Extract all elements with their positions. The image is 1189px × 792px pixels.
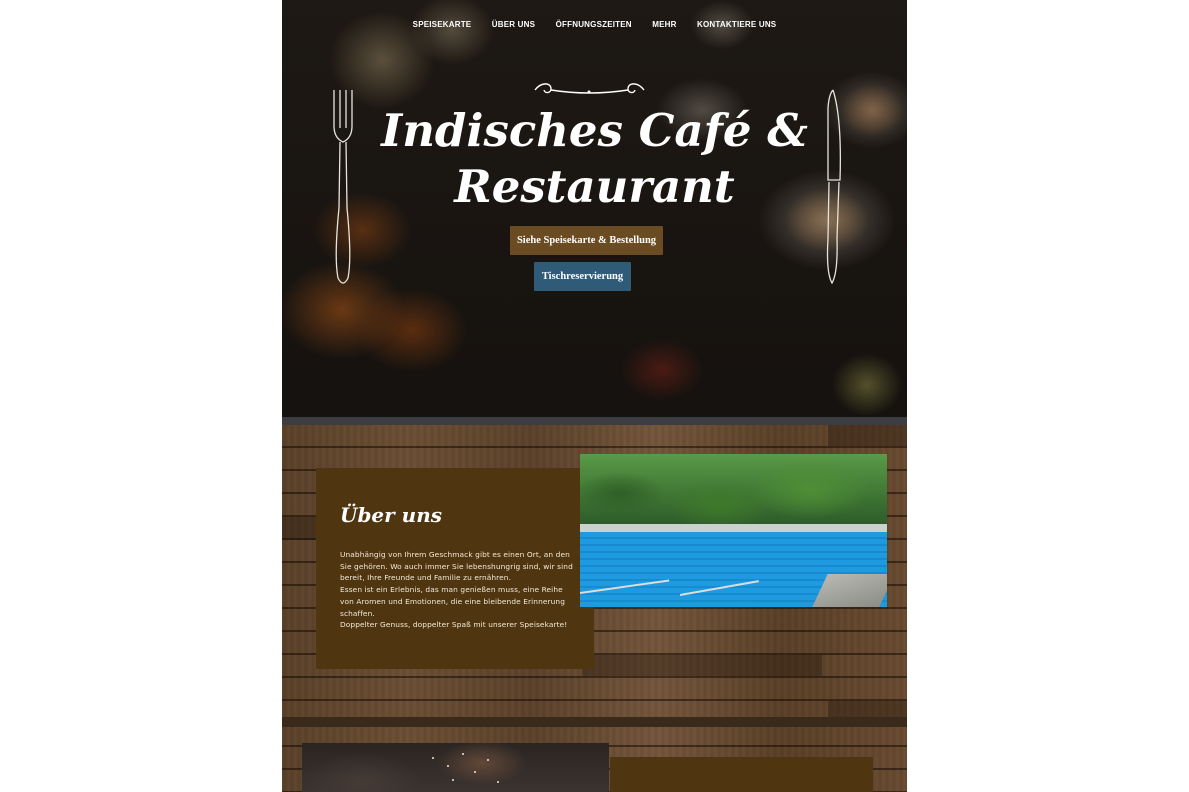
photo-pool-edge — [580, 524, 887, 532]
about-paragraph: Essen ist ein Erlebnis, das man genießen… — [340, 585, 565, 618]
table-reservation-button[interactable]: Tischreservierung — [534, 262, 631, 291]
sparkle — [462, 753, 464, 755]
wood-plank — [582, 655, 822, 676]
website-page: SPEISEKARTE ÜBER UNS ÖFFNUNGSZEITEN MEHR… — [282, 0, 907, 792]
sparkle — [432, 757, 434, 759]
nav-item-kontakt[interactable]: KONTAKTIERE UNS — [697, 20, 776, 29]
title-line-2: Restaurant — [454, 160, 735, 213]
pool-photo — [580, 454, 887, 607]
photo-trees — [580, 454, 887, 526]
wood-plank — [828, 425, 907, 446]
section-divider — [282, 717, 907, 727]
hero-section: SPEISEKARTE ÜBER UNS ÖFFNUNGSZEITEN MEHR… — [282, 0, 907, 417]
sparkle — [487, 759, 489, 761]
about-paragraph: Doppelter Genuss, doppelter Spaß mit uns… — [340, 620, 568, 630]
about-text: Unabhängig von Ihrem Geschmack gibt es e… — [340, 549, 575, 631]
about-heading: Über uns — [340, 503, 442, 527]
sparkle — [497, 781, 499, 783]
hero-divider — [282, 417, 907, 425]
menu-order-button[interactable]: Siehe Speisekarte & Bestellung — [510, 226, 663, 255]
about-paragraph: Unabhängig von Ihrem Geschmack gibt es e… — [340, 550, 573, 583]
next-section-card — [610, 757, 873, 792]
ornament-icon — [534, 83, 645, 94]
food-photo — [302, 743, 609, 792]
nav-item-speisekarte[interactable]: SPEISEKARTE — [413, 20, 472, 29]
nav-item-ueber-uns[interactable]: ÜBER UNS — [492, 20, 535, 29]
title-line-1: Indisches Café & — [381, 104, 808, 157]
nav-item-oeffnungszeiten[interactable]: ÖFFNUNGSZEITEN — [556, 20, 632, 29]
sparkle — [474, 771, 476, 773]
sparkle — [452, 779, 454, 781]
main-navigation: SPEISEKARTE ÜBER UNS ÖFFNUNGSZEITEN MEHR… — [282, 14, 907, 32]
sparkle — [447, 765, 449, 767]
nav-item-mehr[interactable]: MEHR — [652, 20, 676, 29]
page-title: Indisches Café & Restaurant — [282, 103, 907, 215]
wood-plank — [828, 701, 907, 717]
